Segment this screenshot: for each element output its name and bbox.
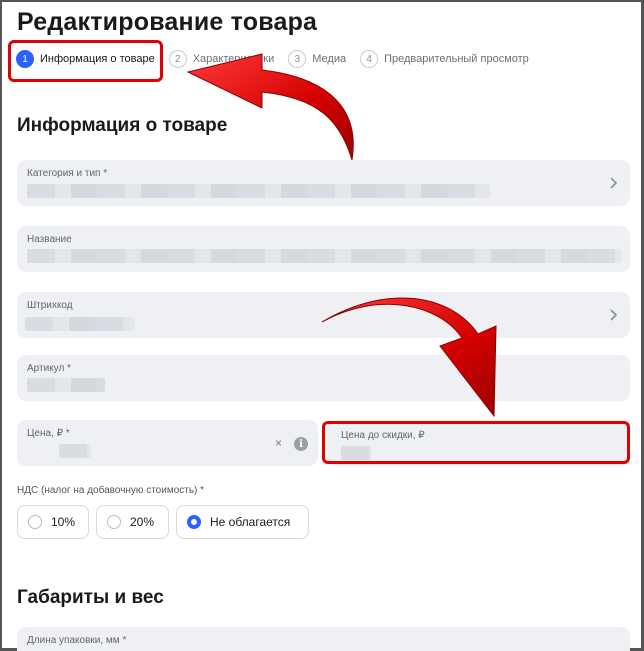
radio-circle-selected [187, 515, 201, 529]
package-length-field[interactable]: Длина упаковки, мм * [17, 627, 630, 651]
step-number: 2 [168, 50, 187, 68]
highlight-box-price-before-discount [322, 421, 630, 464]
vat-option-label: 10% [51, 515, 76, 529]
step-number: 3 [288, 50, 307, 68]
radio-circle [107, 515, 121, 529]
barcode-field[interactable]: Штрихкод [17, 292, 630, 338]
package-length-label: Длина упаковки, мм * [27, 635, 127, 646]
vat-option-not-taxed[interactable]: Не облагается [176, 505, 309, 539]
article-field[interactable]: Артикул * [17, 355, 630, 401]
barcode-value-redacted [25, 317, 135, 331]
category-field[interactable]: Категория и тип * [17, 160, 630, 206]
article-label: Артикул * [27, 363, 71, 374]
step-preview[interactable]: 4 Предварительный просмотр [360, 50, 529, 68]
step-label: Медиа [312, 53, 347, 65]
step-label: Характеристики [192, 53, 275, 65]
chevron-right-icon [610, 309, 618, 321]
name-value-redacted [27, 249, 621, 263]
barcode-label: Штрихкод [27, 300, 73, 311]
vat-option-label: 20% [130, 515, 155, 529]
section-title-dimensions: Габариты и вес [17, 587, 164, 608]
name-field[interactable]: Название [17, 226, 630, 272]
article-value-redacted [27, 378, 105, 392]
page-title: Редактирование товара [17, 8, 318, 36]
radio-circle [28, 515, 42, 529]
vat-option-label: Не облагается [210, 515, 291, 529]
section-title-info: Информация о товаре [17, 115, 228, 136]
vat-option-20[interactable]: 20% [96, 505, 169, 539]
chevron-right-icon [610, 177, 618, 189]
vat-option-10[interactable]: 10% [17, 505, 89, 539]
step-number: 4 [360, 50, 379, 68]
price-label: Цена, ₽ * [27, 428, 70, 439]
category-label: Категория и тип * [27, 168, 108, 179]
step-label: Предварительный просмотр [384, 53, 529, 65]
info-icon[interactable]: i [294, 437, 308, 451]
highlight-box-product-info-step [8, 40, 163, 82]
category-value-redacted [27, 184, 490, 198]
vat-label: НДС (налог на добавочную стоимость) * [17, 485, 205, 496]
name-label: Название [27, 234, 72, 245]
price-value-redacted [59, 444, 91, 458]
price-field[interactable]: Цена, ₽ * × i [17, 420, 318, 466]
step-media[interactable]: 3 Медиа [288, 50, 346, 68]
clear-icon[interactable]: × [275, 436, 282, 450]
step-characteristics[interactable]: 2 Характеристики [168, 50, 275, 68]
